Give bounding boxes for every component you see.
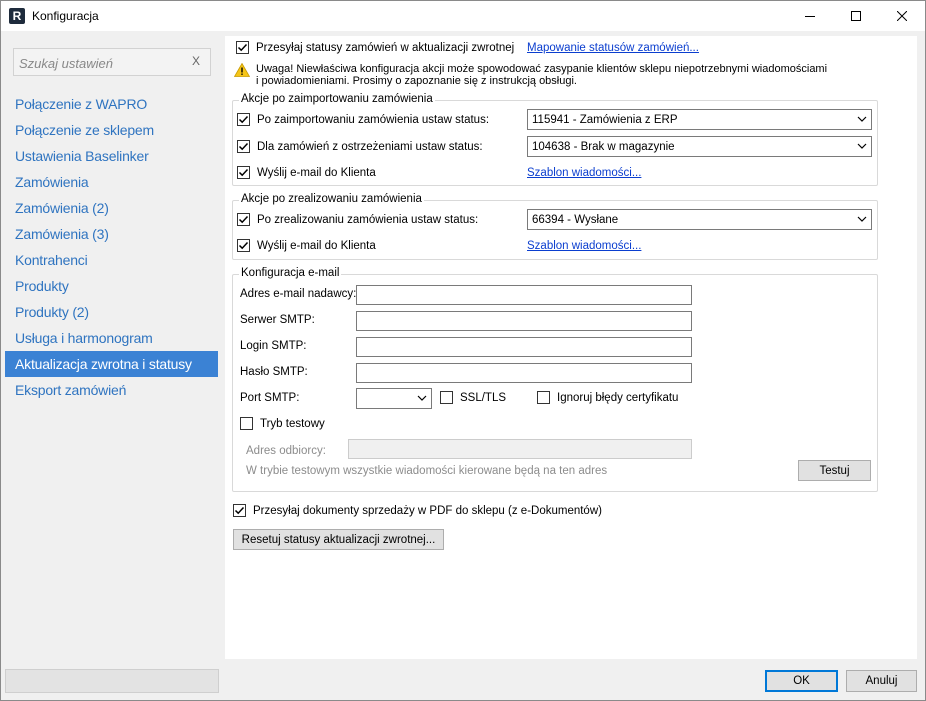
window-title: Konfiguracja [32, 9, 99, 23]
imported-actions-title: Akcje po zaimportowaniu zamówienia [239, 93, 435, 105]
reset-statuses-button[interactable]: Resetuj statusy aktualizacji zwrotnej... [233, 529, 444, 550]
checkmark-icon [237, 43, 248, 52]
send-pdf-row: Przesyłaj dokumenty sprzedaży w PDF do s… [233, 504, 602, 517]
after-realize-status-select[interactable]: 66394 - Wysłane [527, 209, 872, 230]
maximize-icon [851, 11, 861, 21]
test-button[interactable]: Testuj [798, 460, 871, 481]
realize-send-email-checkbox[interactable] [237, 239, 250, 252]
recipient-label: Adres odbiorcy: [246, 445, 326, 457]
chevron-down-icon [857, 216, 867, 222]
email-config-title: Konfiguracja e-mail [239, 267, 342, 279]
with-warnings-checkbox[interactable] [237, 140, 250, 153]
email-config-group: Konfiguracja e-mail Adres e-mail nadawcy… [232, 267, 878, 492]
sidebar-item[interactable]: Eksport zamówień [5, 377, 218, 403]
config-window: R Konfiguracja X Połączenie z WAPROPołąc… [0, 0, 926, 701]
title-bar: R Konfiguracja [1, 1, 925, 31]
checkmark-icon [234, 506, 245, 515]
smtp-login-label: Login SMTP: [240, 340, 307, 352]
after-import-checkbox[interactable] [237, 113, 250, 126]
ignore-cert-label: Ignoruj błędy certyfikatu [557, 391, 679, 404]
after-realize-checkbox[interactable] [237, 213, 250, 226]
test-mode-label: Tryb testowy [260, 417, 325, 430]
recipient-field [348, 439, 692, 459]
realize-send-email-label: Wyślij e-mail do Klienta [257, 239, 376, 252]
sidebar-item[interactable]: Usługa i harmonogram [5, 325, 218, 351]
import-email-template-link[interactable]: Szablon wiadomości... [527, 167, 641, 179]
chevron-down-icon [857, 116, 867, 122]
test-mode-checkbox[interactable] [240, 417, 253, 430]
ignore-cert-checkbox[interactable] [537, 391, 550, 404]
settings-panel: Przesyłaj statusy zamówień w aktualizacj… [225, 36, 917, 659]
import-send-email-label: Wyślij e-mail do Klienta [257, 166, 376, 179]
realize-email-template-link[interactable]: Szablon wiadomości... [527, 240, 641, 252]
status-mapping-link[interactable]: Mapowanie statusów zamówień... [527, 42, 699, 54]
smtp-password-label: Hasło SMTP: [240, 366, 308, 378]
import-send-email-checkbox[interactable] [237, 166, 250, 179]
search-clear-button[interactable]: X [192, 54, 200, 68]
minimize-button[interactable] [787, 1, 833, 31]
checkmark-icon [238, 142, 249, 151]
with-warnings-status-value: 104638 - Brak w magazynie [532, 140, 675, 153]
warning-line-1: Uwaga! Niewłaściwa konfiguracja akcji mo… [256, 63, 828, 75]
ssl-tls-checkbox[interactable] [440, 391, 453, 404]
checkmark-icon [238, 215, 249, 224]
sidebar-item[interactable]: Ustawienia Baselinker [5, 143, 218, 169]
send-pdf-label: Przesyłaj dokumenty sprzedaży w PDF do s… [253, 504, 602, 517]
sender-email-field[interactable] [356, 285, 692, 305]
chevron-down-icon [857, 143, 867, 149]
sidebar-item[interactable]: Produkty [5, 273, 218, 299]
warning-icon [234, 63, 250, 77]
realized-actions-title: Akcje po zrealizowaniu zamówienia [239, 193, 424, 205]
sidebar-item[interactable]: Połączenie ze sklepem [5, 117, 218, 143]
imported-actions-group: Akcje po zaimportowaniu zamówienia Po za… [232, 93, 878, 186]
smtp-port-select[interactable] [356, 388, 432, 409]
warning-message: Uwaga! Niewłaściwa konfiguracja akcji mo… [234, 63, 827, 87]
settings-sidebar: X Połączenie z WAPROPołączenie ze sklepe… [5, 36, 218, 659]
smtp-port-label: Port SMTP: [240, 392, 300, 404]
sidebar-item[interactable]: Zamówienia (3) [5, 221, 218, 247]
sidebar-status-bar [5, 669, 219, 693]
close-icon [897, 11, 907, 21]
send-statuses-label: Przesyłaj statusy zamówień w aktualizacj… [256, 41, 515, 54]
smtp-password-field[interactable] [356, 363, 692, 383]
smtp-login-field[interactable] [356, 337, 692, 357]
with-warnings-label: Dla zamówień z ostrzeżeniami ustaw statu… [257, 140, 483, 153]
sidebar-item[interactable]: Połączenie z WAPRO [5, 91, 218, 117]
smtp-server-label: Serwer SMTP: [240, 314, 315, 326]
after-import-status-select[interactable]: 115941 - Zamówienia z ERP [527, 109, 872, 130]
sidebar-item[interactable]: Aktualizacja zwrotna i statusy [5, 351, 218, 377]
send-statuses-row: Przesyłaj statusy zamówień w aktualizacj… [236, 41, 514, 54]
smtp-server-field[interactable] [356, 311, 692, 331]
maximize-button[interactable] [833, 1, 879, 31]
sidebar-item[interactable]: Zamówienia [5, 169, 218, 195]
sidebar-item[interactable]: Kontrahenci [5, 247, 218, 273]
search-input[interactable] [19, 54, 179, 72]
after-realize-status-value: 66394 - Wysłane [532, 213, 619, 226]
realized-actions-group: Akcje po zrealizowaniu zamówienia Po zre… [232, 193, 878, 260]
cancel-button[interactable]: Anuluj [846, 670, 917, 692]
after-import-status-value: 115941 - Zamówienia z ERP [532, 113, 678, 126]
warning-line-2: i powiadomieniami. Prosimy o zapoznanie … [256, 75, 577, 87]
sidebar-item[interactable]: Zamówienia (2) [5, 195, 218, 221]
close-button[interactable] [879, 1, 925, 31]
send-statuses-checkbox[interactable] [236, 41, 249, 54]
checkmark-icon [238, 168, 249, 177]
after-import-label: Po zaimportowaniu zamówienia ustaw statu… [257, 113, 490, 126]
settings-nav: Połączenie z WAPRO Połączenie ze sklepem U… [5, 91, 218, 403]
ok-button[interactable]: OK [765, 670, 838, 692]
chevron-down-icon [417, 395, 427, 401]
sidebar-item[interactable]: Produkty (2) [5, 299, 218, 325]
sender-label: Adres e-mail nadawcy: [240, 288, 357, 300]
settings-search: X [13, 48, 211, 76]
with-warnings-status-select[interactable]: 104638 - Brak w magazynie [527, 136, 872, 157]
ssl-tls-label: SSL/TLS [460, 391, 507, 404]
checkmark-icon [238, 115, 249, 124]
send-pdf-checkbox[interactable] [233, 504, 246, 517]
app-logo-icon: R [9, 8, 25, 24]
after-realize-label: Po zrealizowaniu zamówienia ustaw status… [257, 213, 479, 226]
minimize-icon [805, 16, 815, 17]
test-mode-note: W trybie testowym wszystkie wiadomości k… [246, 465, 608, 477]
checkmark-icon [238, 241, 249, 250]
